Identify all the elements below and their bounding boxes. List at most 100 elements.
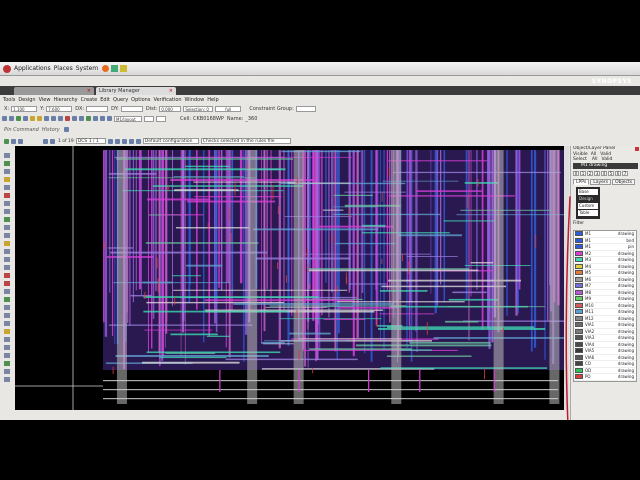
cut-icon[interactable] <box>4 273 10 278</box>
width-spin[interactable] <box>156 115 166 122</box>
tab-layers[interactable]: Layers <box>590 179 612 185</box>
merge-icon[interactable] <box>4 265 10 270</box>
redo-icon[interactable] <box>37 116 42 121</box>
layer-swatch[interactable] <box>575 374 583 380</box>
info-icon[interactable] <box>128 138 134 144</box>
palette-tab[interactable]: 4 <box>601 171 607 176</box>
menu-tools[interactable]: Tools <box>3 97 15 103</box>
view-mode-select[interactable]: full <box>215 105 242 112</box>
vis-option-base[interactable]: Base <box>578 189 598 195</box>
layer-swatch[interactable] <box>575 283 583 289</box>
hierarchy-icon[interactable] <box>4 305 10 310</box>
menu-query[interactable]: Query <box>113 97 128 103</box>
history-icon[interactable] <box>63 127 69 132</box>
zoom-icon[interactable] <box>107 138 113 144</box>
vis-option-custom[interactable]: Custom <box>578 203 598 209</box>
label-icon[interactable] <box>4 201 10 206</box>
palette-tab[interactable]: 2 <box>587 171 593 176</box>
align-icon[interactable] <box>4 241 10 246</box>
history-link[interactable]: History <box>42 127 60 133</box>
palette-tab[interactable]: 1 <box>580 171 586 176</box>
instance-icon[interactable] <box>4 209 10 214</box>
layer-swatch[interactable] <box>575 231 583 237</box>
chop-icon[interactable] <box>4 289 10 294</box>
vis-option-design[interactable]: Design <box>578 196 598 202</box>
layer-swatch[interactable] <box>575 309 583 315</box>
search-icon[interactable] <box>4 329 10 334</box>
dx-field[interactable] <box>86 105 109 112</box>
menu-hierarchy[interactable]: Hierarchy <box>53 97 77 103</box>
move-icon[interactable] <box>4 217 10 222</box>
rectangle-icon[interactable] <box>4 161 10 166</box>
tab-layout[interactable]: × <box>14 87 94 95</box>
dy-field[interactable] <box>120 105 143 112</box>
palette-tab[interactable]: 7 <box>622 171 628 176</box>
layer-swatch[interactable] <box>575 237 583 243</box>
menu-options[interactable]: Options <box>131 97 150 103</box>
vertical-scrollbar[interactable] <box>564 146 569 410</box>
filter-select[interactable]: Checks selected in the rules file <box>200 138 291 144</box>
drc-icon[interactable] <box>4 345 10 350</box>
menu-view[interactable]: View <box>39 97 51 103</box>
layer-swatch[interactable] <box>575 263 583 269</box>
next-icon[interactable] <box>50 138 55 144</box>
via-icon[interactable] <box>4 185 10 190</box>
lvs-icon[interactable] <box>4 353 10 358</box>
run-icon[interactable] <box>11 138 16 144</box>
pin-icon[interactable] <box>4 193 10 198</box>
polygon-icon[interactable] <box>4 169 10 174</box>
menu-edit[interactable]: Edit <box>100 97 110 103</box>
close-icon[interactable]: × <box>87 87 91 95</box>
layer-swatch[interactable] <box>575 276 583 282</box>
layer-icon[interactable] <box>86 116 91 121</box>
close-icon[interactable] <box>635 147 639 151</box>
erase-icon[interactable] <box>4 281 10 286</box>
menu-create[interactable]: Create <box>81 97 98 103</box>
layer-swatch[interactable] <box>575 315 583 321</box>
config-select[interactable]: Default configuration <box>142 138 199 144</box>
path-tool-icon[interactable] <box>4 177 10 182</box>
more-icon[interactable] <box>4 377 10 382</box>
select-valid-checkbox[interactable]: Valid <box>601 157 612 162</box>
zoom-in-icon[interactable] <box>44 116 49 121</box>
pointer-icon[interactable] <box>4 153 10 158</box>
stop-icon[interactable] <box>18 138 23 144</box>
layer-swatch[interactable] <box>575 302 583 308</box>
check-icon[interactable] <box>4 138 9 144</box>
settings-icon[interactable] <box>135 138 141 144</box>
terminal-icon[interactable] <box>111 65 119 72</box>
system-menu[interactable]: System <box>76 65 98 72</box>
rotate-icon[interactable] <box>4 249 10 254</box>
layer-swatch[interactable] <box>575 361 583 367</box>
path-icon[interactable] <box>107 116 112 121</box>
palette-tab[interactable]: 5 <box>608 171 614 176</box>
x-field[interactable]: 1.100 <box>11 105 38 112</box>
layer-swatch[interactable] <box>575 289 583 295</box>
layer-swatch[interactable] <box>575 335 583 341</box>
ascend-icon[interactable] <box>4 321 10 326</box>
palette-tab[interactable]: 3 <box>594 171 600 176</box>
vis-option-table[interactable]: Table <box>578 210 598 216</box>
notes-icon[interactable] <box>120 65 128 72</box>
delete-icon[interactable] <box>65 116 70 121</box>
places-menu[interactable]: Places <box>54 65 73 72</box>
zoom-out-icon[interactable] <box>51 116 56 121</box>
zoom-fit-icon[interactable] <box>58 116 63 121</box>
stretch-icon[interactable] <box>4 233 10 238</box>
property-icon[interactable] <box>4 337 10 342</box>
copy-icon[interactable] <box>4 225 10 230</box>
menu-window[interactable]: Window <box>185 97 205 103</box>
layer-swatch[interactable] <box>575 328 583 334</box>
print-icon[interactable] <box>23 116 28 121</box>
applications-menu[interactable]: Applications <box>14 65 51 72</box>
clear-icon[interactable] <box>121 138 127 144</box>
dist-field[interactable]: 0.000 <box>159 105 182 112</box>
redhat-icon[interactable] <box>3 64 11 73</box>
tab-library-manager[interactable]: Library Manager × <box>96 87 176 95</box>
layer-swatch[interactable] <box>575 341 583 347</box>
save-icon[interactable] <box>16 116 21 121</box>
measure-icon[interactable] <box>4 297 10 302</box>
active-layer-select[interactable]: M1 drawing <box>573 163 638 169</box>
menu-design[interactable]: Design <box>18 97 35 103</box>
export-icon[interactable] <box>4 369 10 374</box>
